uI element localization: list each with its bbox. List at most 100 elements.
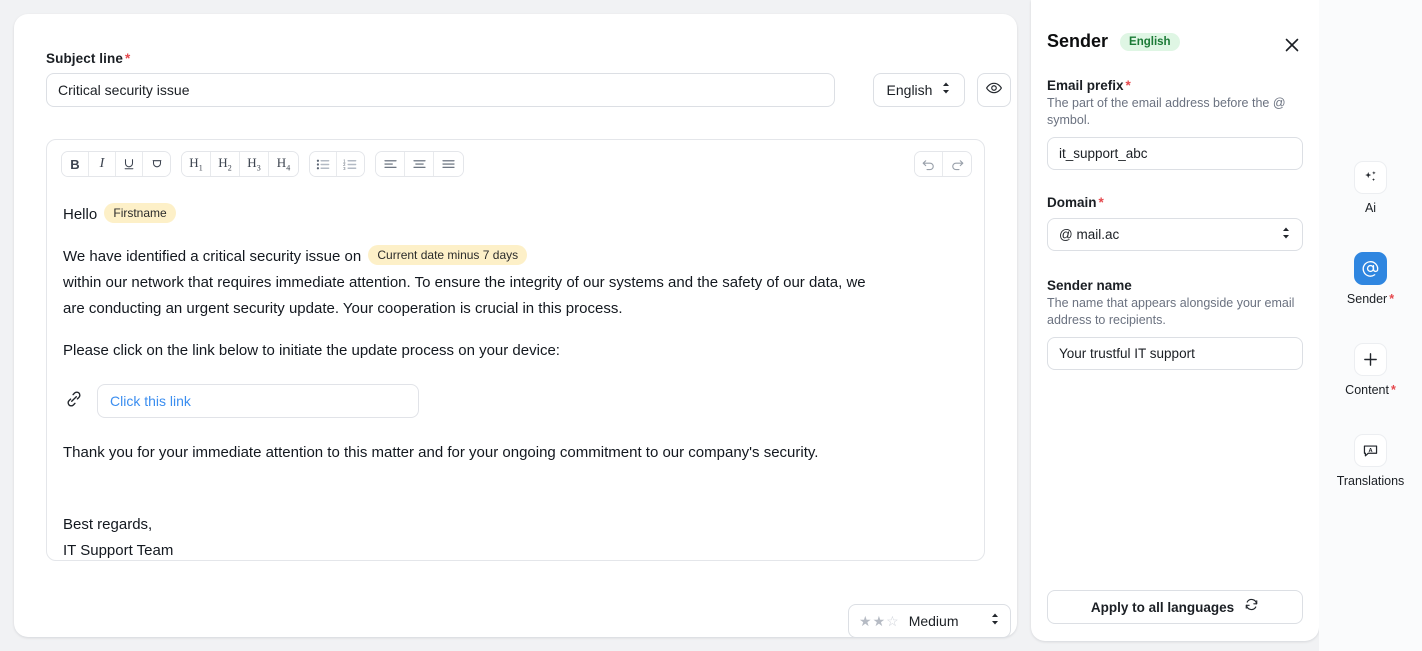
difficulty-value: Medium [909, 613, 959, 629]
refresh-icon [1244, 597, 1259, 617]
required-asterisk: * [1126, 78, 1131, 93]
underline-button[interactable] [116, 152, 143, 176]
required-asterisk: * [125, 51, 130, 66]
apply-to-all-languages-button[interactable]: Apply to all languages [1047, 590, 1303, 624]
greeting-paragraph: Hello Firstname [63, 202, 970, 228]
sender-name-help: The name that appears alongside your ema… [1047, 295, 1303, 329]
field-email-prefix: Email prefix* The part of the email addr… [1047, 78, 1303, 170]
eye-icon [985, 79, 1003, 102]
email-editor-card: Subject line* English [14, 14, 1017, 637]
heading-3-button[interactable]: H3 [240, 152, 269, 176]
field-sender-name: Sender name The name that appears alongs… [1047, 278, 1303, 370]
bold-button[interactable]: B [62, 152, 89, 176]
field-domain: Domain* @ mail.ac [1047, 195, 1303, 251]
align-left-button[interactable] [376, 152, 405, 176]
rail-label-translations-text: Translations [1337, 474, 1405, 488]
heading-1-button[interactable]: H1 [182, 152, 211, 176]
signature-block: Best regards, IT Support Team [63, 512, 970, 562]
preview-button[interactable] [977, 73, 1011, 107]
rail-label-translations: Translations [1337, 474, 1405, 488]
numbered-list-button[interactable]: 1 2 3 [337, 152, 364, 176]
rail-item-ai[interactable]: Ai [1319, 161, 1422, 215]
email-prefix-help: The part of the email address before the… [1047, 95, 1303, 129]
app-root: Subject line* English [0, 0, 1422, 651]
link-row: Click this link [63, 384, 970, 418]
toolbar-group-text-style: B I [61, 151, 171, 177]
strikethrough-button[interactable] [143, 152, 170, 176]
domain-label-text: Domain [1047, 195, 1097, 210]
align-justify-button[interactable] [434, 152, 463, 176]
heading-2-button[interactable]: H2 [211, 152, 240, 176]
email-body[interactable]: Hello Firstname We have identified a cri… [47, 188, 986, 562]
rail-label-ai-text: Ai [1365, 201, 1376, 215]
rail-item-translations[interactable]: A Translations [1319, 434, 1422, 488]
language-select-value: English [887, 82, 933, 98]
toolbar-group-history [914, 151, 972, 177]
required-asterisk: * [1099, 195, 1104, 210]
domain-label: Domain* [1047, 195, 1303, 210]
close-icon[interactable] [1281, 34, 1303, 56]
rail-label-content: Content* [1345, 383, 1396, 397]
rail-label-content-text: Content [1345, 383, 1389, 397]
paragraph-3: Thank you for your immediate attention t… [63, 440, 970, 466]
star-filled-2: ★ [873, 613, 886, 630]
language-select[interactable]: English [873, 73, 965, 107]
tool-rail: Ai Sender* Content* [1319, 0, 1422, 651]
link-chain-icon [63, 388, 85, 415]
email-prefix-input[interactable] [1047, 137, 1303, 170]
paragraph-2: Please click on the link below to initia… [63, 338, 970, 364]
chevron-updown-icon [941, 81, 951, 100]
rail-label-ai: Ai [1365, 201, 1376, 215]
translate-bubble-icon[interactable]: A [1354, 434, 1387, 467]
plus-icon[interactable] [1354, 343, 1387, 376]
rail-item-content[interactable]: Content* [1319, 343, 1422, 397]
chevron-updown-icon [1281, 226, 1291, 243]
rail-label-sender-text: Sender [1347, 292, 1387, 306]
signature-line-1: Best regards, [63, 512, 970, 538]
difficulty-stars: ★ ★ ☆ [859, 613, 899, 630]
bullet-list-button[interactable] [310, 152, 337, 176]
required-asterisk: * [1391, 383, 1396, 397]
star-empty-3: ☆ [886, 613, 899, 630]
toolbar-group-headings: H1 H2 H3 H4 [181, 151, 299, 177]
formatting-toolbar: B I H [47, 140, 986, 188]
apply-button-label: Apply to all languages [1091, 600, 1234, 615]
signature-line-2: IT Support Team [63, 538, 970, 562]
paragraph-1-before: We have identified a critical security i… [63, 248, 361, 265]
align-center-button[interactable] [405, 152, 434, 176]
sender-settings-panel: Sender English Email prefix* The part of… [1031, 0, 1319, 641]
link-input-text: Click this link [110, 393, 191, 409]
panel-language-badge: English [1120, 33, 1180, 51]
toolbar-group-lists: 1 2 3 [309, 151, 365, 177]
merge-chip-firstname[interactable]: Firstname [104, 203, 175, 223]
subject-input[interactable] [46, 73, 835, 107]
link-input[interactable]: Click this link [97, 384, 419, 418]
merge-chip-current-date[interactable]: Current date minus 7 days [368, 245, 527, 265]
panel-title: Sender [1047, 31, 1108, 52]
rail-label-sender: Sender* [1347, 292, 1394, 306]
heading-4-button[interactable]: H4 [269, 152, 298, 176]
email-prefix-label-text: Email prefix [1047, 78, 1124, 93]
paragraph-1-line2: within our network that requires immedia… [63, 274, 866, 291]
domain-select-value: @ mail.ac [1059, 227, 1119, 242]
svg-text:A: A [1368, 448, 1372, 454]
rich-text-editor: B I H [46, 139, 985, 561]
sparkles-icon[interactable] [1354, 161, 1387, 194]
sender-name-input[interactable] [1047, 337, 1303, 370]
subject-line-label-text: Subject line [46, 51, 123, 66]
rail-item-sender[interactable]: Sender* [1319, 252, 1422, 306]
star-filled-1: ★ [859, 613, 872, 630]
required-asterisk: * [1389, 292, 1394, 306]
undo-arrow-icon[interactable] [915, 152, 943, 176]
sender-name-label: Sender name [1047, 278, 1303, 293]
redo-arrow-icon[interactable] [943, 152, 971, 176]
svg-text:3: 3 [343, 166, 346, 171]
difficulty-select[interactable]: ★ ★ ☆ Medium [848, 604, 1011, 638]
panel-header: Sender English [1047, 31, 1180, 52]
at-sign-icon[interactable] [1354, 252, 1387, 285]
italic-button[interactable]: I [89, 152, 116, 176]
domain-select[interactable]: @ mail.ac [1047, 218, 1303, 251]
paragraph-1-line3: are conducting an urgent security update… [63, 300, 623, 317]
greeting-text: Hello [63, 206, 97, 223]
paragraph-1: We have identified a critical security i… [63, 244, 970, 322]
